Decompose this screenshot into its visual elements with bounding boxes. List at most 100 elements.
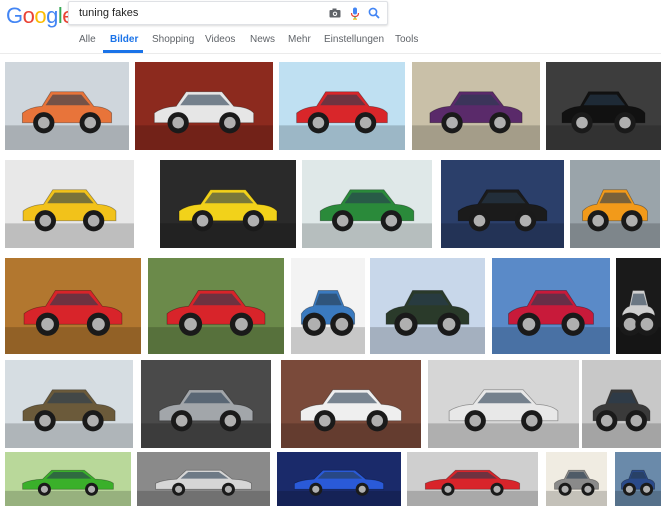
car-rim xyxy=(40,485,48,493)
image-result-dark-suv-night[interactable] xyxy=(616,258,661,354)
image-thumbnail xyxy=(428,360,579,448)
thumbnail-ground xyxy=(370,327,485,354)
image-result-black-lambo-door-car[interactable] xyxy=(546,62,661,150)
image-result-white-audi-red-rims[interactable] xyxy=(135,62,273,150)
image-thumbnail xyxy=(5,258,141,354)
header: Google Alle xyxy=(0,0,661,54)
image-thumbnail xyxy=(492,258,610,354)
image-result-orange-small-car-street[interactable] xyxy=(570,160,660,248)
image-result-orange-tuned-sports-car[interactable] xyxy=(5,62,129,150)
image-thumbnail xyxy=(546,452,607,506)
tab-bilder[interactable]: Bilder xyxy=(110,34,138,45)
image-result-tuning-fakes-magazine-cover[interactable] xyxy=(291,258,365,354)
image-thumbnail xyxy=(407,452,538,506)
car-rim xyxy=(444,485,452,493)
image-result-purple-lada-yellow-doors[interactable] xyxy=(412,62,540,150)
image-thumbnail xyxy=(148,258,284,354)
image-thumbnail xyxy=(546,62,661,150)
image-result-red-concept-sports-car[interactable] xyxy=(492,258,610,354)
thumbnail-ground xyxy=(5,327,141,354)
thumbnail-ground xyxy=(582,423,661,448)
image-result-black-car-at-diner[interactable] xyxy=(441,160,564,248)
thumbnail-ground xyxy=(492,327,610,354)
thumbnail-ground xyxy=(5,125,129,150)
tab-videos[interactable]: Videos xyxy=(205,34,235,45)
image-result-red-black-coupe[interactable] xyxy=(407,452,538,506)
image-thumbnail xyxy=(141,360,271,448)
car-rim xyxy=(584,485,592,493)
car-rim xyxy=(307,317,321,331)
car-rim xyxy=(630,414,643,427)
thumbnail-ground xyxy=(135,125,273,150)
mic-icon[interactable] xyxy=(347,5,363,21)
image-thumbnail xyxy=(135,62,273,150)
image-result-yellow-lambo-doors-hatchback[interactable] xyxy=(160,160,296,248)
image-result-white-rolls-royce-style[interactable] xyxy=(428,360,579,448)
search-input[interactable] xyxy=(79,5,309,21)
tab-alle[interactable]: Alle xyxy=(79,34,96,45)
image-result-offroad-lambo-doors[interactable] xyxy=(5,360,133,448)
tab-tools[interactable]: Tools xyxy=(395,34,418,45)
car-rim xyxy=(172,116,184,129)
image-result-blue-car-partial[interactable] xyxy=(615,452,661,506)
image-result-blue-tuned-hatchback[interactable] xyxy=(277,452,401,506)
image-thumbnail xyxy=(412,62,540,150)
car-rim xyxy=(619,116,631,129)
car-rim xyxy=(175,485,183,493)
thumbnail-ground xyxy=(441,223,564,248)
thumbnail-ground xyxy=(277,490,401,506)
image-result-purple-and-red-opel-comparison[interactable] xyxy=(279,62,405,150)
car-rim xyxy=(88,485,96,493)
car-rim xyxy=(623,317,637,331)
car-rim xyxy=(312,116,325,129)
image-result-green-white-police-car[interactable] xyxy=(302,160,432,248)
thumbnail-ground xyxy=(570,223,660,248)
car-rim xyxy=(175,414,188,427)
image-result-silver-bmw-coupe[interactable] xyxy=(137,452,270,506)
image-thumbnail xyxy=(5,452,131,506)
thumbnail-ground xyxy=(137,490,270,506)
image-thumbnail xyxy=(570,160,660,248)
car-rim xyxy=(626,214,638,227)
car-rim xyxy=(247,214,260,227)
car-rim xyxy=(92,317,105,331)
tab-shopping[interactable]: Shopping xyxy=(152,34,194,45)
logo-letter-g: G xyxy=(6,3,23,28)
tab-news[interactable]: News xyxy=(250,34,275,45)
car-rim xyxy=(385,214,398,227)
car-rim xyxy=(399,317,413,331)
image-result-green-black-fake-car[interactable] xyxy=(370,258,485,354)
car-rim xyxy=(371,414,384,427)
image-result-white-lamborghini-rear[interactable] xyxy=(281,360,421,448)
search-box[interactable] xyxy=(68,1,388,25)
image-result-red-convertible-jaguar[interactable] xyxy=(5,258,141,354)
thumbnail-ground xyxy=(428,423,579,448)
image-result-red-golf-hatchback[interactable] xyxy=(148,258,284,354)
image-thumbnail xyxy=(582,360,661,448)
image-result-magazine-page-car[interactable] xyxy=(546,452,607,506)
image-thumbnail xyxy=(160,160,296,248)
image-result-yellow-black-bugatti-style[interactable] xyxy=(5,160,134,248)
logo-letter-o1: o xyxy=(22,3,35,28)
image-result-lada-rear-tuned[interactable] xyxy=(582,360,661,448)
thumbnail-ground xyxy=(5,423,133,448)
thumbnail-ground xyxy=(279,125,405,150)
thumbnail-ground xyxy=(615,490,661,506)
tab-einstellungen[interactable]: Einstellungen xyxy=(324,34,384,45)
image-result-grey-bmw-suv[interactable] xyxy=(141,360,271,448)
google-logo[interactable]: Google xyxy=(6,3,75,29)
car-rim xyxy=(37,116,50,129)
car-rim xyxy=(87,214,100,227)
tab-mehr[interactable]: Mehr xyxy=(288,34,311,45)
car-rim xyxy=(318,414,331,427)
camera-icon[interactable] xyxy=(327,5,343,21)
thumbnail-ground xyxy=(141,423,271,448)
car-rim xyxy=(335,317,349,331)
car-rim xyxy=(358,485,366,493)
search-icon[interactable] xyxy=(366,5,382,21)
logo-letter-o2: o xyxy=(34,3,47,28)
thumbnail-ground xyxy=(160,223,296,248)
car-rim xyxy=(473,214,486,227)
image-thumbnail xyxy=(291,258,365,354)
image-result-green-tuned-car[interactable] xyxy=(5,452,131,506)
